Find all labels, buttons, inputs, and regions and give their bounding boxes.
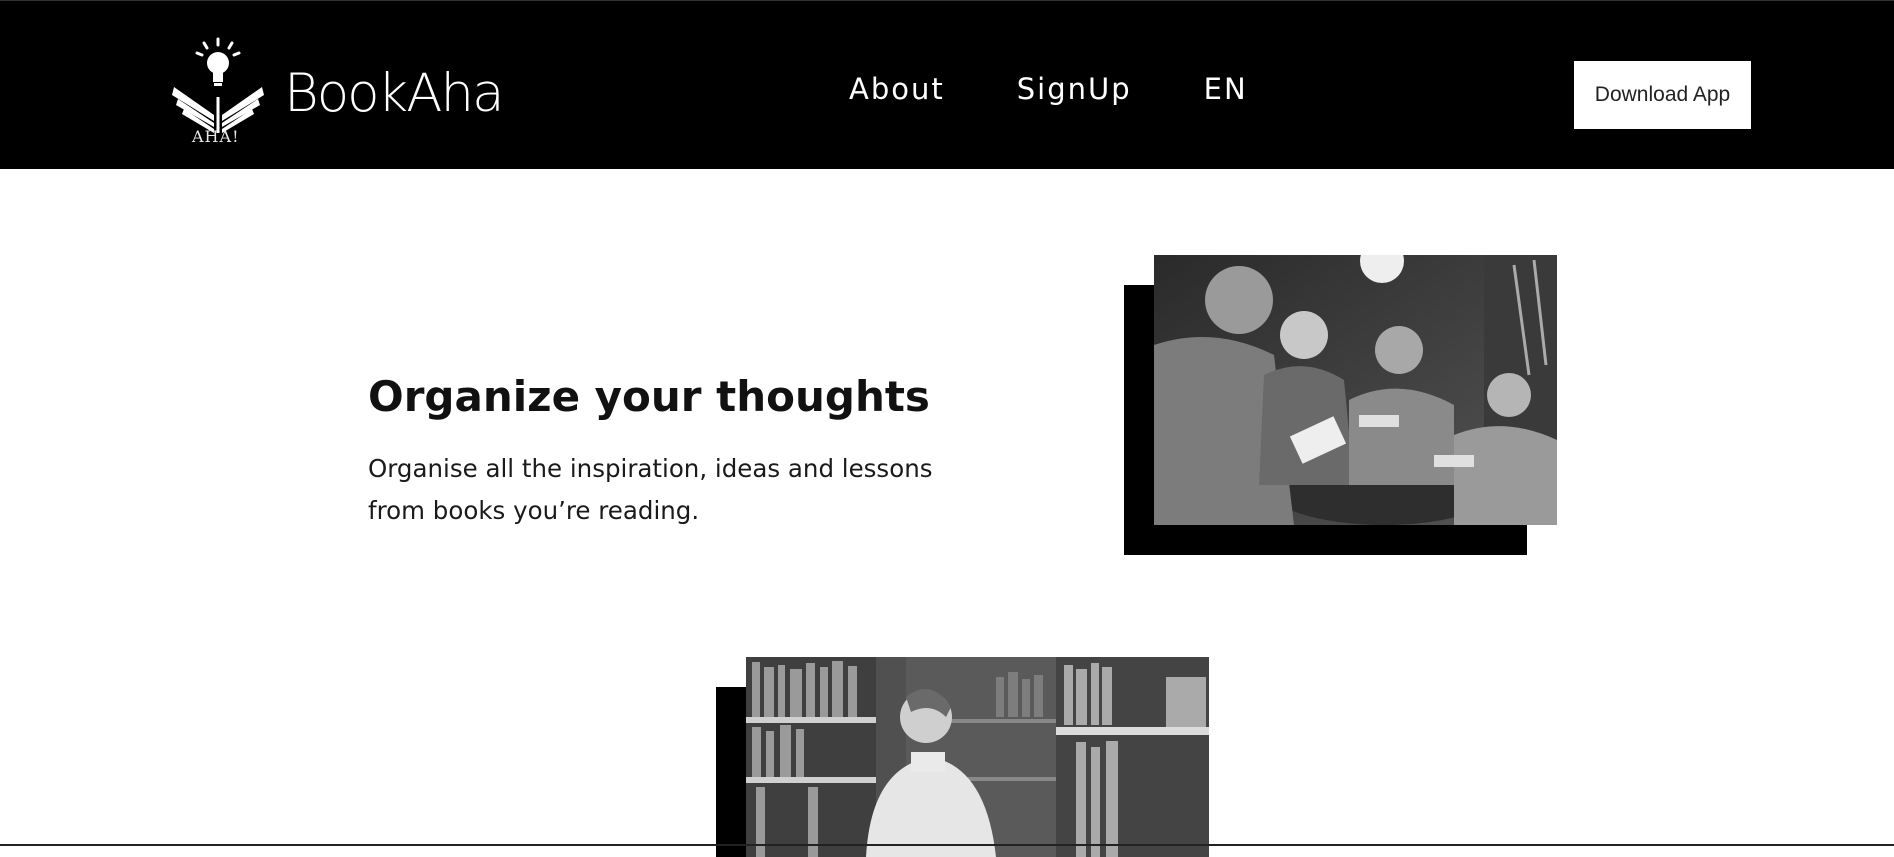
logo-subtext: AHA! xyxy=(192,127,240,146)
group-reading-photo xyxy=(1154,255,1557,525)
brand-name: BookAha xyxy=(284,63,505,124)
feature-title: Organize your thoughts xyxy=(368,372,930,421)
main-nav: About SignUp EN xyxy=(849,75,1248,104)
nav-signup[interactable]: SignUp xyxy=(1017,75,1132,104)
nav-about[interactable]: About xyxy=(849,75,945,104)
brand-logo-link[interactable]: AHA! BookAha xyxy=(170,37,505,155)
site-header: AHA! BookAha About SignUp EN Download Ap… xyxy=(0,0,1894,169)
download-app-button[interactable]: Download App xyxy=(1574,61,1751,129)
library-reading-photo xyxy=(746,657,1209,857)
nav-language[interactable]: EN xyxy=(1204,75,1248,104)
feature-description: Organise all the inspiration, ideas and … xyxy=(368,454,933,525)
